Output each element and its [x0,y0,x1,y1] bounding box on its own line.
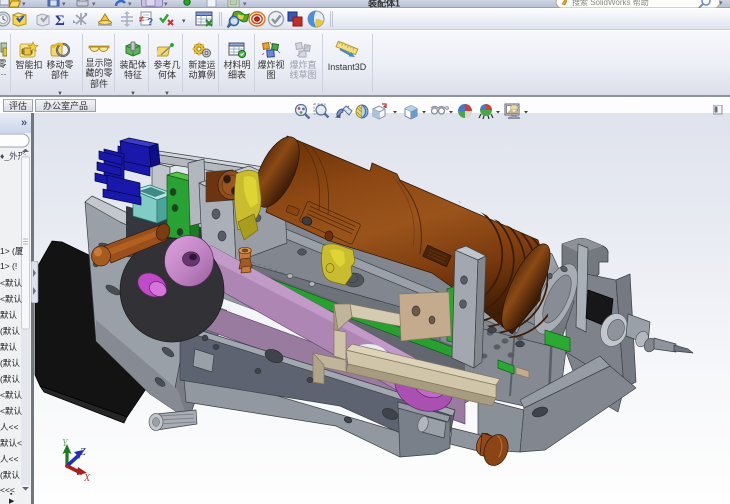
svg-text:▾: ▾ [243,1,247,8]
svg-text:Z: Z [80,447,86,458]
svg-text:?: ? [147,17,153,28]
svg-text:▾: ▾ [62,1,66,8]
svg-text:▾: ▾ [92,1,96,8]
svg-text:▾: ▾ [182,18,186,25]
svg-text:▾: ▾ [719,0,723,7]
svg-text:▾: ▾ [22,1,26,8]
svg-text:≠: ≠ [139,14,144,24]
svg-text:X: X [83,473,91,484]
svg-text:装配体1: 装配体1 [367,0,400,8]
svg-text:▾: ▾ [128,1,132,8]
svg-text:搜索 SolidWorks 帮助: 搜索 SolidWorks 帮助 [572,0,649,7]
svg-text:▾: ▾ [164,1,168,8]
svg-text:Σ: Σ [55,13,65,29]
